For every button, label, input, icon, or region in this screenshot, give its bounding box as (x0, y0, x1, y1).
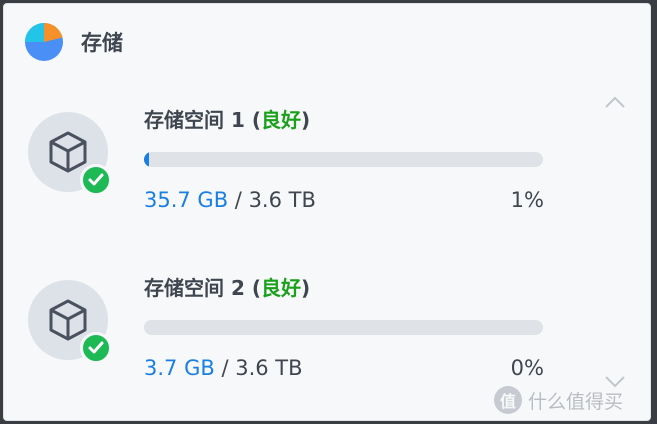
usage-separator: / (214, 356, 236, 380)
volume-name-text: 存储空间 1 (144, 108, 245, 132)
storage-widget: 存储 存储空间 1 (良好) 35.7 GB / 3.6 TB 1% 存储空间 … (3, 3, 651, 421)
status-check-icon (80, 332, 112, 364)
status-open-paren: ( (251, 108, 261, 132)
status-close-paren: ) (301, 108, 311, 132)
volume-name-text: 存储空间 2 (144, 276, 245, 300)
widget-title: 存储 (81, 31, 123, 55)
usage-separator: / (228, 188, 249, 212)
total-capacity: 3.6 TB (248, 188, 316, 212)
volume-status: 良好 (261, 108, 301, 132)
volume-name: 存储空间 1 (良好) (144, 104, 310, 133)
usage-text: 3.7 GB / 3.6 TB (144, 356, 303, 380)
volume-avatar (28, 112, 112, 196)
widget-header: 存储 (24, 21, 123, 63)
volume-status: 良好 (261, 276, 301, 300)
usage-text: 35.7 GB / 3.6 TB (144, 188, 316, 212)
watermark: 值 什么值得买 (494, 386, 623, 414)
status-check-icon (80, 164, 112, 196)
status-open-paren: ( (251, 276, 261, 300)
used-capacity: 3.7 GB (144, 356, 215, 380)
volume-avatar (28, 280, 112, 364)
watermark-badge: 值 (494, 386, 522, 414)
volume-name: 存储空间 2 (良好) (144, 272, 310, 301)
usage-progress-bar (144, 320, 543, 335)
volume-item[interactable]: 存储空间 1 (良好) 35.7 GB / 3.6 TB 1% (4, 94, 650, 244)
used-capacity: 35.7 GB (144, 188, 229, 212)
cube-icon (49, 131, 87, 173)
status-close-paren: ) (301, 276, 311, 300)
watermark-text: 什么值得买 (528, 390, 624, 413)
usage-progress-fill (144, 152, 149, 167)
usage-percent: 1% (510, 188, 544, 212)
pie-chart-icon (25, 22, 63, 61)
total-capacity: 3.6 TB (235, 356, 303, 380)
cube-icon (49, 299, 87, 341)
usage-percent: 0% (510, 356, 544, 380)
usage-progress-bar (144, 152, 543, 167)
